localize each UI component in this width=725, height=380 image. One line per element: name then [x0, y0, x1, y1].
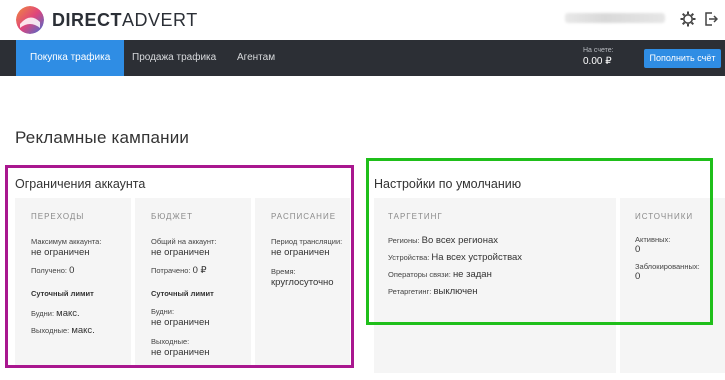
field-label: Операторы связи: не задан [388, 269, 492, 280]
brand-name[interactable]: DIRECTADVERT [52, 10, 198, 31]
limits-title: Ограничения аккаунта [15, 177, 146, 191]
field-label: Время: [271, 267, 296, 276]
logout-icon[interactable] [704, 11, 719, 27]
daily-limit-title: Суточный лимит [151, 289, 214, 298]
gear-icon[interactable] [680, 11, 696, 27]
card-title: РАСПИСАНИЕ [271, 212, 337, 221]
card-title: БЮДЖЕТ [151, 212, 194, 221]
defaults-title: Настройки по умолчанию [374, 177, 522, 191]
user-email[interactable] [565, 13, 665, 23]
sources-card: ИСТОЧНИКИ Активных: 0 Заблокированных: 0 [620, 198, 725, 373]
field-value: круглосуточно [271, 277, 334, 288]
tab-sell-traffic[interactable]: Продажа трафика [118, 40, 230, 76]
logo-icon[interactable] [16, 6, 44, 34]
field-value: не ограничен [151, 317, 210, 328]
field-label: Период трансляции: [271, 237, 343, 246]
card-title: ТАРГЕТИНГ [388, 212, 443, 221]
field-label: Регионы: Во всех регионах [388, 235, 498, 246]
topup-button[interactable]: Пополнить счёт [644, 49, 721, 68]
card-title: ПЕРЕХОДЫ [31, 212, 85, 221]
field-label: Будни: [151, 307, 175, 316]
field-label: Получено: 0 [31, 265, 75, 276]
field-value: не ограничен [31, 247, 90, 258]
page-title: Рекламные кампании [15, 128, 190, 147]
tab-agents[interactable]: Агентам [223, 40, 289, 76]
top-bar: DIRECTADVERT [0, 0, 725, 40]
budget-card: БЮДЖЕТ Общий на аккаунт: не ограничен По… [135, 198, 251, 368]
field-value: не ограничен [151, 247, 210, 258]
field-label: Выходные: [151, 337, 190, 346]
field-label: Максимум аккаунта: [31, 237, 102, 246]
field-label: Устройства: На всех устройствах [388, 252, 523, 263]
field-label: Ретаргетинг: выключен [388, 286, 478, 297]
field-label: Потрачено: 0 ₽ [151, 265, 207, 276]
daily-limit-title: Суточный лимит [31, 289, 94, 298]
field-label: Заблокированных: [635, 262, 700, 271]
transitions-card: ПЕРЕХОДЫ Максимум аккаунта: не ограничен… [15, 198, 131, 368]
schedule-card: РАСПИСАНИЕ Период трансляции: не огранич… [255, 198, 350, 368]
tab-buy-traffic[interactable]: Покупка трафика [16, 40, 125, 76]
field-value: не ограничен [271, 247, 330, 258]
card-title: ИСТОЧНИКИ [635, 212, 694, 221]
field-label: Активных: [635, 235, 671, 244]
field-value: 0 [635, 271, 641, 282]
field-label: Будни: макс. [31, 308, 80, 319]
field-label: Общий на аккаунт: [151, 237, 217, 246]
field-value: не ограничен [151, 347, 210, 358]
field-value: 0 [635, 244, 641, 255]
main-nav: Покупка трафика Продажа трафика Агентам [0, 40, 725, 76]
field-label: Выходные: макс. [31, 325, 95, 336]
targeting-card: ТАРГЕТИНГ Регионы: Во всех регионах Устр… [374, 198, 616, 373]
balance-value: 0.00 ₽ [583, 56, 612, 67]
balance-label: На счете: [583, 47, 614, 54]
